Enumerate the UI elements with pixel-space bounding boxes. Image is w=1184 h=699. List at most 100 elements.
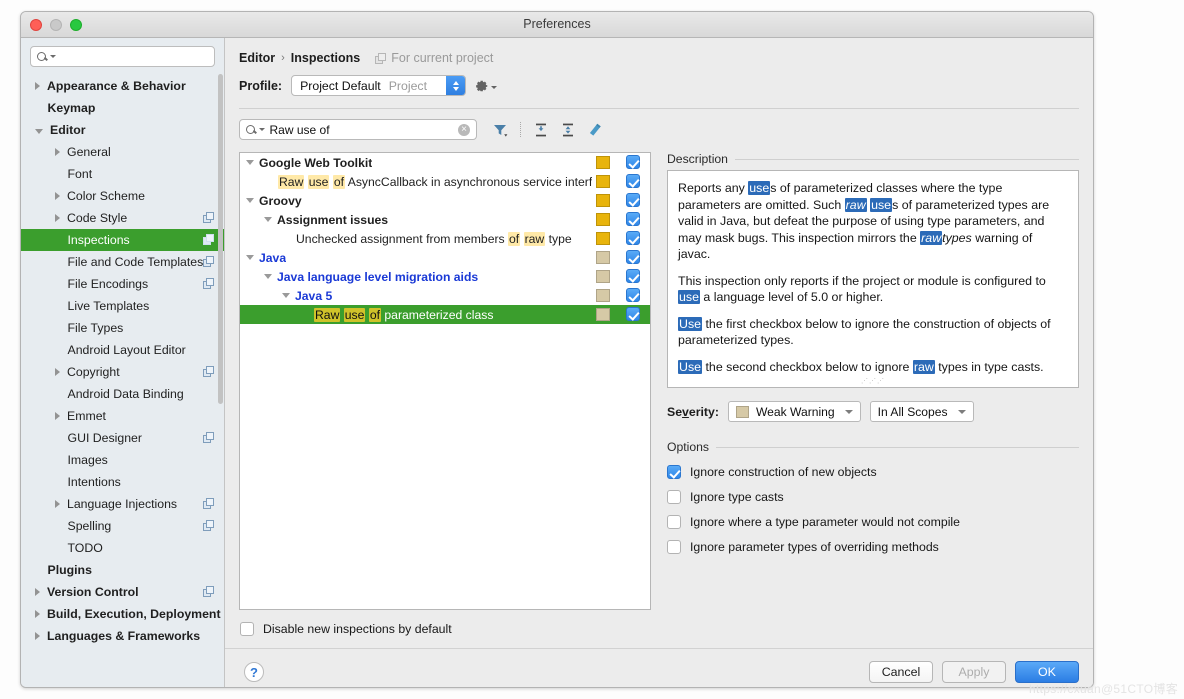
severity-color-swatch[interactable]: [596, 251, 610, 264]
sidebar-item-file-and-code-templates[interactable]: File and Code Templates: [21, 251, 224, 273]
chevron-right-icon[interactable]: [55, 148, 60, 156]
sidebar-item-general[interactable]: General: [21, 141, 224, 163]
tree-row[interactable]: Java 5: [240, 286, 650, 305]
inspection-enabled-checkbox[interactable]: [626, 174, 640, 188]
breadcrumb-parent[interactable]: Editor: [239, 51, 275, 65]
chevron-down-icon[interactable]: [264, 217, 272, 222]
chevron-right-icon[interactable]: [35, 588, 40, 596]
sidebar-search-box[interactable]: [30, 46, 215, 67]
sidebar-item-code-style[interactable]: Code Style: [21, 207, 224, 229]
severity-color-swatch[interactable]: [596, 232, 610, 245]
chevron-right-icon[interactable]: [55, 214, 60, 222]
chevron-down-icon[interactable]: [246, 198, 254, 203]
sidebar-item-language-injections[interactable]: Language Injections: [21, 493, 224, 515]
option-row[interactable]: Ignore type casts: [667, 490, 1079, 504]
sidebar-item-version-control[interactable]: Version Control: [21, 581, 224, 603]
severity-color-swatch[interactable]: [596, 194, 610, 207]
inspection-enabled-checkbox[interactable]: [626, 193, 640, 207]
sidebar-item-keymap[interactable]: Keymap: [21, 97, 224, 119]
inspection-enabled-checkbox[interactable]: [626, 288, 640, 302]
inspection-enabled-checkbox[interactable]: [626, 269, 640, 283]
option-checkbox[interactable]: [667, 465, 681, 479]
profile-settings-button[interactable]: [475, 79, 498, 93]
tree-row[interactable]: Java language level migration aids: [240, 267, 650, 286]
tree-row[interactable]: Unchecked assignment from members of raw…: [240, 229, 650, 248]
chevron-down-icon[interactable]: [246, 255, 254, 260]
severity-color-swatch[interactable]: [596, 270, 610, 283]
chevron-down-icon[interactable]: [246, 160, 254, 165]
profile-select[interactable]: Project Default Project: [291, 75, 467, 96]
disable-new-inspections-checkbox[interactable]: [240, 622, 254, 636]
tree-row[interactable]: Raw use of parameterized class: [240, 305, 650, 324]
help-button[interactable]: ?: [244, 662, 264, 682]
chevron-right-icon[interactable]: [55, 368, 60, 376]
sidebar-item-appearance-behavior[interactable]: Appearance & Behavior: [21, 75, 224, 97]
sidebar-item-color-scheme[interactable]: Color Scheme: [21, 185, 224, 207]
tree-row[interactable]: Google Web Toolkit: [240, 153, 650, 172]
clear-search-icon[interactable]: ×: [458, 123, 470, 136]
inspection-enabled-checkbox[interactable]: [626, 250, 640, 264]
scope-select[interactable]: In All Scopes: [869, 401, 974, 422]
chevron-right-icon[interactable]: [55, 192, 60, 200]
option-checkbox[interactable]: [667, 515, 681, 529]
tree-row[interactable]: Assignment issues: [240, 210, 650, 229]
inspection-enabled-checkbox[interactable]: [626, 307, 640, 321]
sidebar-item-copyright[interactable]: Copyright: [21, 361, 224, 383]
collapse-all-icon[interactable]: [560, 122, 576, 138]
sidebar-item-todo[interactable]: TODO: [21, 537, 224, 559]
sidebar-item-spelling[interactable]: Spelling: [21, 515, 224, 537]
severity-color-swatch[interactable]: [596, 175, 610, 188]
sidebar-item-file-encodings[interactable]: File Encodings: [21, 273, 224, 295]
sidebar-item-gui-designer[interactable]: GUI Designer: [21, 427, 224, 449]
chevron-right-icon[interactable]: [35, 610, 40, 618]
resize-grip-icon[interactable]: ⋰⋰⋰: [861, 377, 885, 385]
inspection-enabled-checkbox[interactable]: [626, 212, 640, 226]
option-checkbox[interactable]: [667, 490, 681, 504]
sidebar-item-intentions[interactable]: Intentions: [21, 471, 224, 493]
chevron-right-icon[interactable]: [55, 412, 60, 420]
filter-icon[interactable]: [492, 122, 508, 138]
inspection-search-box[interactable]: Raw use of ×: [239, 119, 477, 140]
sidebar-item-emmet[interactable]: Emmet: [21, 405, 224, 427]
sidebar-item-languages-frameworks[interactable]: Languages & Frameworks: [21, 625, 224, 647]
chevron-right-icon[interactable]: [55, 500, 60, 508]
chevron-down-icon[interactable]: [282, 293, 290, 298]
option-row[interactable]: Ignore construction of new objects: [667, 465, 1079, 479]
option-checkbox[interactable]: [667, 540, 681, 554]
chevron-right-icon[interactable]: [35, 82, 40, 90]
reset-icon[interactable]: [587, 122, 604, 138]
profile-stepper-icon[interactable]: [446, 76, 466, 95]
cancel-button[interactable]: Cancel: [869, 661, 933, 683]
inspection-enabled-checkbox[interactable]: [626, 155, 640, 169]
severity-color-swatch[interactable]: [596, 213, 610, 226]
sidebar-item-images[interactable]: Images: [21, 449, 224, 471]
sidebar-item-android-layout-editor[interactable]: Android Layout Editor: [21, 339, 224, 361]
inspection-tree[interactable]: Google Web Toolkit Raw use of AsyncCallba…: [239, 152, 651, 610]
sidebar-search-input[interactable]: [59, 49, 208, 64]
sidebar-item-live-templates[interactable]: Live Templates: [21, 295, 224, 317]
sidebar-scrollbar[interactable]: [218, 74, 223, 634]
chevron-down-icon[interactable]: [35, 128, 43, 134]
option-row[interactable]: Ignore where a type parameter would not …: [667, 515, 1079, 529]
disable-new-inspections-row[interactable]: Disable new inspections by default: [225, 610, 1093, 636]
sidebar-item-font[interactable]: Font: [21, 163, 224, 185]
sidebar-item-editor[interactable]: Editor: [21, 119, 224, 141]
sidebar-item-inspections[interactable]: Inspections: [21, 229, 224, 251]
chevron-right-icon[interactable]: [35, 632, 40, 640]
severity-select[interactable]: Weak Warning: [727, 401, 861, 422]
sidebar-item-android-data-binding[interactable]: Android Data Binding: [21, 383, 224, 405]
option-row[interactable]: Ignore parameter types of overriding met…: [667, 540, 1079, 554]
sidebar-scrollbar-thumb[interactable]: [218, 74, 223, 404]
inspection-enabled-checkbox[interactable]: [626, 231, 640, 245]
sidebar-item-plugins[interactable]: Plugins: [21, 559, 224, 581]
sidebar-item-build-execution-deployment[interactable]: Build, Execution, Deployment: [21, 603, 224, 625]
tree-row[interactable]: Groovy: [240, 191, 650, 210]
severity-color-swatch[interactable]: [596, 308, 610, 321]
tree-row[interactable]: Java: [240, 248, 650, 267]
chevron-down-icon[interactable]: [264, 274, 272, 279]
severity-color-swatch[interactable]: [596, 289, 610, 302]
sidebar-item-file-types[interactable]: File Types: [21, 317, 224, 339]
tree-row[interactable]: Raw use of AsyncCallback in asynchronous…: [240, 172, 650, 191]
expand-all-icon[interactable]: [533, 122, 549, 138]
severity-color-swatch[interactable]: [596, 156, 610, 169]
